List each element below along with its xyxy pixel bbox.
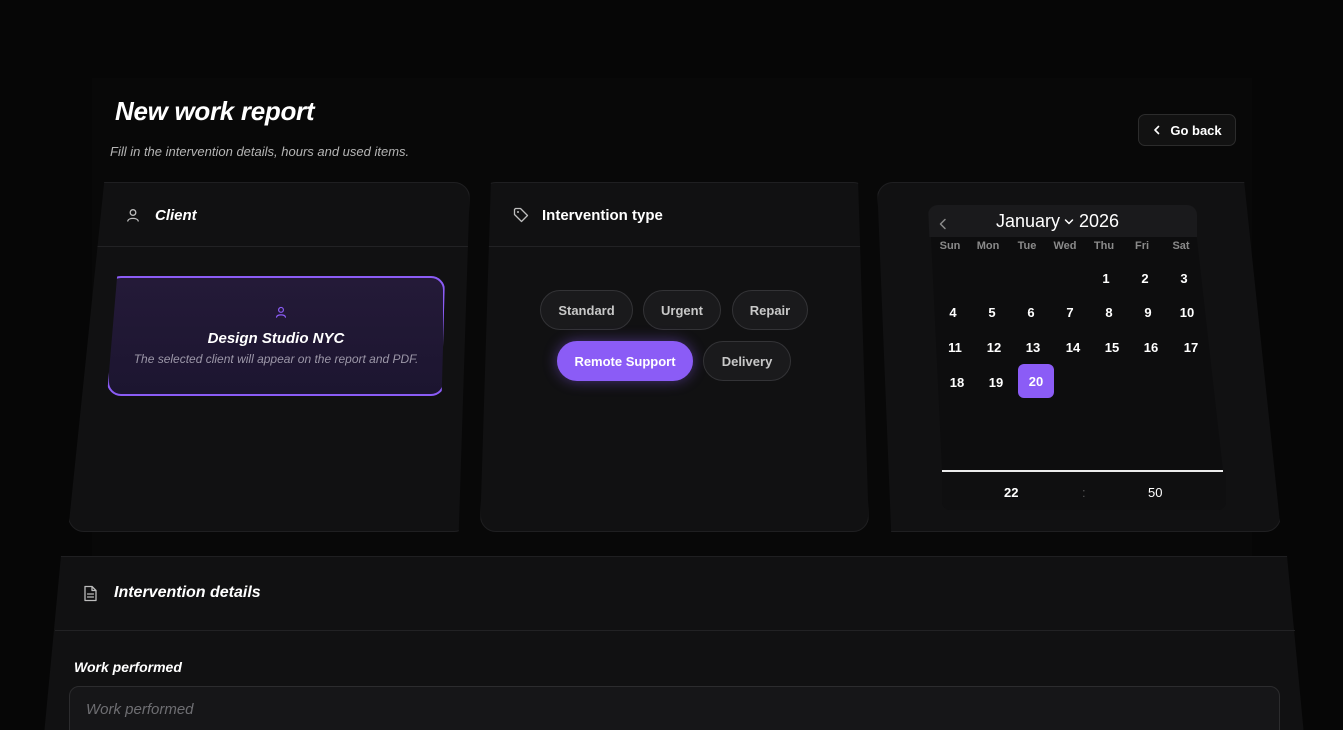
details-divider <box>55 630 1295 631</box>
chevron-left-icon <box>1152 125 1162 135</box>
tag-icon <box>513 207 529 223</box>
calendar-day[interactable]: 7 <box>1052 295 1088 329</box>
selected-client[interactable]: Design Studio NYC The selected client wi… <box>107 276 445 396</box>
calendar-day-disabled <box>1097 365 1133 399</box>
calendar-day[interactable]: 19 <box>978 365 1014 399</box>
chevron-left-icon[interactable] <box>938 218 948 230</box>
calendar-day[interactable]: 17 <box>1173 330 1209 364</box>
hour-field[interactable]: 22 <box>1004 485 1018 500</box>
calendar-day-disabled <box>1058 365 1094 399</box>
chevron-down-icon <box>1064 218 1074 226</box>
year-select[interactable]: 2026 <box>1079 211 1119 232</box>
calendar-day[interactable]: 8 <box>1091 295 1127 329</box>
type-chip-urgent[interactable]: Urgent <box>643 290 721 330</box>
intervention-type-header: Intervention type <box>481 183 868 247</box>
type-chip-repair[interactable]: Repair <box>732 290 808 330</box>
month-select[interactable]: January <box>996 211 1074 232</box>
work-performed-input[interactable] <box>69 686 1280 730</box>
calendar-day[interactable]: 14 <box>1055 330 1091 364</box>
weekday-wed: Wed <box>1053 240 1077 252</box>
calendar-day[interactable]: 18 <box>939 365 975 399</box>
calendar-day[interactable]: 4 <box>935 295 971 329</box>
calendar-day[interactable]: 1 <box>1088 261 1124 295</box>
weekday-tue: Tue <box>1017 240 1037 252</box>
calendar-day[interactable]: 13 <box>1015 330 1051 364</box>
user-icon <box>126 208 140 222</box>
calendar-day-selected[interactable]: 20 <box>1018 364 1054 398</box>
calendar-day[interactable]: 3 <box>1166 261 1202 295</box>
minute-field[interactable]: 50 <box>1148 485 1162 500</box>
intervention-details-title: Intervention details <box>114 584 261 601</box>
weekday-sat: Sat <box>1172 240 1190 252</box>
weekday-sun: Sun <box>939 240 961 252</box>
type-chip-remote-support[interactable]: Remote Support <box>557 341 693 381</box>
calendar-day[interactable]: 5 <box>974 295 1010 329</box>
type-chip-delivery[interactable]: Delivery <box>703 341 791 381</box>
weekday-mon: Mon <box>976 240 1000 252</box>
intervention-type-title: Intervention type <box>542 207 663 224</box>
client-card-title: Client <box>155 207 197 224</box>
calendar-day[interactable]: 11 <box>937 330 973 364</box>
calendar-day[interactable]: 16 <box>1133 330 1169 364</box>
month-label: January <box>996 211 1061 231</box>
page-subtitle: Fill in the intervention details, hours … <box>110 144 410 159</box>
document-icon <box>83 585 98 602</box>
time-separator: : <box>1082 485 1086 500</box>
weekday-thu: Thu <box>1093 240 1115 252</box>
weekday-fri: Fri <box>1134 240 1150 252</box>
calendar-day[interactable]: 6 <box>1013 295 1049 329</box>
work-performed-label: Work performed <box>74 659 182 675</box>
client-card-header: Client <box>69 183 469 247</box>
page-title: New work report <box>115 96 315 126</box>
type-chip-standard[interactable]: Standard <box>540 290 633 330</box>
calendar-day[interactable]: 12 <box>976 330 1012 364</box>
go-back-label: Go back <box>1170 122 1222 138</box>
selected-client-hint: The selected client will appear on the r… <box>133 352 419 366</box>
calendar-day[interactable]: 2 <box>1127 261 1163 295</box>
calendar-day-disabled <box>1176 365 1212 399</box>
calendar-day[interactable]: 9 <box>1130 295 1166 329</box>
calendar-day[interactable]: 15 <box>1094 330 1130 364</box>
go-back-button[interactable]: Go back <box>1138 114 1236 146</box>
selected-client-name: Design Studio NYC <box>207 330 345 347</box>
calendar-day-disabled <box>1137 365 1173 399</box>
user-icon <box>275 306 287 318</box>
calendar-day[interactable]: 10 <box>1169 295 1205 329</box>
